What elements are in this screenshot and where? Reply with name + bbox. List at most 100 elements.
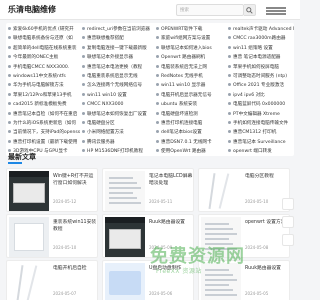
link-text: openwrt 端口转发 (233, 149, 272, 155)
link-text: 惠普打印机连接电脑 (161, 121, 203, 126)
top-header: 乐清电脑维修 搜索 (0, 0, 300, 20)
article-thumbnail[interactable] (105, 171, 145, 211)
link-bullet-icon (228, 55, 231, 59)
link-bullet-icon (82, 102, 85, 106)
link-bullet-icon (156, 83, 159, 87)
link-bullet-icon (8, 74, 11, 77)
link-bullet-icon (82, 74, 85, 77)
link-text: 联想笔记本外接显示器 (87, 55, 133, 61)
link-text: 惠普笔记本电池更换（教程 (87, 64, 143, 70)
article-date: 2024-05-07 (53, 291, 77, 296)
article-card[interactable]: Win键+R打不开运行窗口如何解决 2024-05-12 (6, 168, 98, 212)
article-date: 2024-05-12 (53, 199, 77, 204)
side-button-top[interactable] (282, 198, 294, 210)
link-item[interactable]: openwrt 端口转发 (228, 146, 294, 158)
link-text: 小米网络配置方法 (87, 130, 124, 136)
article-thumbnail[interactable] (9, 171, 49, 211)
link-text: 惠普联想推荐搭配 (87, 36, 124, 42)
link-text: realtek声卡驱动 Advanced Media (233, 27, 294, 32)
link-text: 惠普CM1312 打印机 (233, 130, 277, 136)
link-bullet-icon (156, 27, 159, 30)
link-text: 手机如何连接电脑传输文件 (233, 121, 289, 126)
article-date: 2024-05-05 (245, 291, 269, 296)
article-thumbnail[interactable] (9, 263, 49, 300)
link-bullet-icon (82, 83, 85, 87)
link-item[interactable]: HP M1536DNF打印机教程 (82, 146, 154, 158)
link-text: cad2015 新标准模板免费 (13, 102, 67, 108)
link-text: win11 组策略 设置 (233, 45, 273, 51)
link-bullet-icon (82, 55, 85, 59)
menu-icon[interactable] (262, 4, 290, 16)
link-bullet-icon (8, 92, 11, 96)
link-bullet-icon (228, 121, 231, 124)
link-bullet-icon (156, 139, 159, 143)
link-text: ipv4 ipv6 对比 (233, 92, 265, 98)
link-bullet-icon (82, 149, 85, 153)
article-title[interactable]: 笔记本电脑LCD屏幕暗淡处理 (149, 174, 193, 187)
link-bullet-icon (8, 111, 11, 115)
link-text: 电脑硬盘分区 (87, 121, 115, 126)
site-logo[interactable]: 乐清电脑维修 (8, 4, 56, 15)
article-title[interactable]: Ruuk路由器设置 (149, 220, 193, 227)
link-text: CMCC rax3000m路由器 (233, 36, 286, 42)
article-date: 2024-05-11 (149, 199, 173, 204)
link-bullet-icon (82, 121, 85, 124)
article-thumbnail[interactable] (9, 217, 49, 257)
link-bullet-icon (82, 64, 85, 68)
link-text: 可调整动态时间服务 (ntp) (233, 74, 288, 79)
watermark-text: 免费资源网 (150, 246, 245, 267)
link-bullet-icon (8, 121, 11, 124)
link-bullet-icon (156, 121, 159, 124)
article-date: 2024-05-10 (245, 199, 269, 204)
link-text: 苹果手机如何投屏电脑 (233, 64, 279, 70)
article-title[interactable]: 电脑分区教程 (245, 174, 289, 181)
watermark-sub: FreeXX 资源站 (156, 268, 202, 275)
link-bullet-icon (8, 36, 11, 40)
article-card[interactable]: 电脑分区教程 2024-05-10 (198, 168, 290, 212)
link-bullet-icon (156, 64, 159, 68)
link-text: 电脑重装系统后显示无线 (87, 74, 138, 79)
link-bullet-icon (228, 111, 231, 115)
link-bullet-icon (82, 45, 85, 49)
link-bullet-icon (228, 130, 231, 134)
search-input[interactable]: 搜索 (176, 4, 244, 16)
article-thumbnail[interactable] (105, 263, 145, 300)
link-item[interactable]: 使用OpenWrt 路由器 (156, 146, 226, 158)
link-bullet-icon (156, 92, 159, 96)
search-button[interactable] (244, 4, 256, 16)
link-bullet-icon (8, 102, 11, 106)
link-text: CMCC NXX3000 (87, 102, 124, 108)
link-text: 电脑硬盘坏道检测 (161, 111, 198, 117)
link-bullet-icon (156, 36, 159, 40)
link-text: 手机电脑CMCC NXX3000. (13, 64, 70, 70)
link-bullet-icon (156, 149, 159, 153)
link-bullet-icon (228, 102, 231, 106)
side-button-bottom[interactable] (282, 234, 294, 246)
article-title[interactable]: 电脑开机后自检 (53, 266, 97, 273)
link-text: PT中文编辑器 Xtreme (233, 111, 280, 117)
link-bullet-icon (228, 36, 231, 40)
link-grid: 索爱6k60手机的优点 (研究开 联想电脑系统备份与还原（如 超简单的dell电脑在… (6, 23, 294, 156)
link-text: 华为手机与电脑解锁方法 (13, 83, 64, 89)
article-title[interactable]: Win键+R打不开运行窗口如何解决 (53, 174, 97, 187)
article-thumbnail[interactable] (201, 171, 241, 211)
link-text: 为什么的iOS系统更新后（如何 (13, 121, 76, 126)
side-button-middle[interactable] (282, 216, 294, 228)
link-bullet-icon (228, 83, 231, 87)
link-bullet-icon (82, 111, 85, 115)
link-text: 超简单的dell电脑在线系统重装 (13, 45, 77, 51)
link-bullet-icon (8, 139, 11, 143)
article-card[interactable]: 笔记本电脑LCD屏幕暗淡处理 2024-05-11 (102, 168, 194, 212)
link-text: Openwrt 路由器刷机 (161, 55, 206, 61)
link-bullet-icon (8, 64, 11, 68)
article-thumbnail[interactable] (105, 217, 145, 257)
link-text: 联想电脑系统备份与还原（如 (13, 36, 73, 42)
link-bullet-icon (228, 74, 231, 77)
article-title[interactable]: 重装系统win11安装教程 (53, 220, 97, 233)
link-bullet-icon (156, 102, 159, 106)
article-date: 2024-05-10 (53, 245, 77, 250)
link-text: 惠普 笔记本电源适配器 (233, 55, 281, 61)
article-card[interactable]: 重装系统win11安装教程 2024-05-10 (6, 214, 98, 258)
link-text: windows11中文系统ntfs (13, 74, 66, 79)
article-card[interactable]: 电脑开机后自检 2024-05-07 (6, 260, 98, 300)
